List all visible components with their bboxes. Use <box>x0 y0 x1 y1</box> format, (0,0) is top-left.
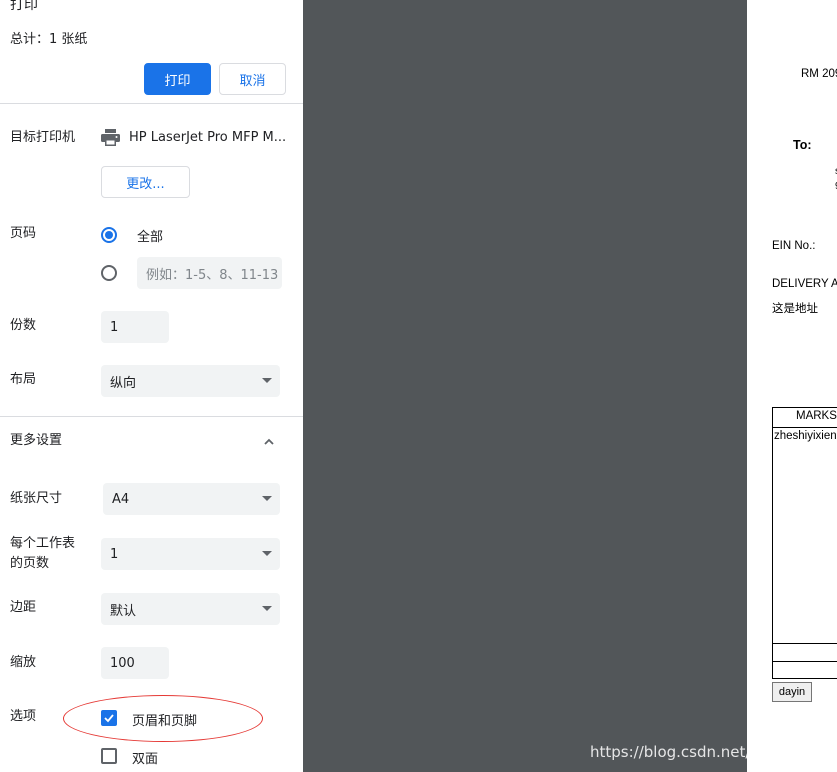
layout-label: 布局 <box>10 372 37 387</box>
copies-input[interactable]: 1 <box>101 311 169 343</box>
scale-input[interactable]: 100 <box>101 647 169 679</box>
pages-all-label: 全部 <box>137 230 164 245</box>
caret-down-icon <box>262 606 272 611</box>
more-settings-label[interactable]: 更多设置 <box>10 431 62 451</box>
layout-select[interactable]: 纵向 <box>101 365 280 397</box>
printer-icon <box>101 129 120 146</box>
table-rule <box>773 643 837 644</box>
sheet-count: 总计：1 张纸 <box>10 32 88 47</box>
doc-ein-label: EIN No.: <box>772 240 816 252</box>
paper-size-value: A4 <box>112 491 130 507</box>
change-printer-button[interactable]: 更改... <box>101 166 190 198</box>
table-rule <box>773 661 837 662</box>
destination-label: 目标打印机 <box>10 130 76 145</box>
pages-per-sheet-label-1: 每个工作表 <box>10 536 76 551</box>
watermark: https://blog.csdn.net/jasmine0178 <box>590 743 837 761</box>
doc-rm-line: RM 209 <box>801 68 837 80</box>
margins-select[interactable]: 默认 <box>101 593 280 625</box>
margins-value: 默认 <box>110 603 137 619</box>
margins-label: 边距 <box>10 600 37 615</box>
caret-down-icon <box>262 496 272 501</box>
paper-size-select[interactable]: A4 <box>103 483 280 515</box>
paper-size-label: 纸张尺寸 <box>10 491 63 506</box>
pages-per-sheet-select[interactable]: 1 <box>101 538 280 570</box>
preview-page: RM 209 To: s 9 EIN No.: DELIVERY A 这是地址 … <box>747 0 837 772</box>
marks-cell: zheshiyixien <box>774 430 837 442</box>
marks-header: MARKS <box>796 410 837 422</box>
chevron-up-icon[interactable] <box>264 436 274 446</box>
options-label: 选项 <box>10 709 37 724</box>
divider <box>0 416 303 417</box>
duplex-checkbox[interactable] <box>101 748 117 764</box>
doc-to-label: To: <box>793 138 812 152</box>
pages-custom-radio[interactable] <box>101 265 117 281</box>
scale-label: 缩放 <box>10 655 37 670</box>
caret-down-icon <box>262 551 272 556</box>
print-preview-area: RM 209 To: s 9 EIN No.: DELIVERY A 这是地址 … <box>303 0 837 772</box>
doc-dayin-button: dayin <box>772 682 812 702</box>
pages-label: 页码 <box>10 226 37 241</box>
pages-custom-input[interactable]: 例如：1-5、8、11-13 <box>137 257 282 289</box>
pages-per-sheet-value: 1 <box>110 546 119 562</box>
doc-marks-table: MARKS zheshiyixien <box>772 407 837 679</box>
duplex-label: 双面 <box>132 752 159 767</box>
table-rule <box>773 427 837 428</box>
pages-per-sheet-label-2: 的页数 <box>10 556 50 571</box>
doc-delivery-label: DELIVERY A <box>772 278 837 290</box>
printer-name: HP LaserJet Pro MFP M... <box>129 130 287 145</box>
print-button[interactable]: 打印 <box>144 63 211 95</box>
printer-selector[interactable]: HP LaserJet Pro MFP M... <box>101 129 286 146</box>
layout-value: 纵向 <box>110 375 137 391</box>
print-settings-panel: 打印 总计：1 张纸 打印 取消 目标打印机 HP LaserJet Pro M… <box>0 0 303 772</box>
cancel-button[interactable]: 取消 <box>219 63 286 95</box>
caret-down-icon <box>262 378 272 383</box>
copies-label: 份数 <box>10 318 37 333</box>
pages-all-radio[interactable] <box>101 227 117 243</box>
doc-address: 这是地址 <box>772 301 818 315</box>
highlight-annotation <box>63 695 263 742</box>
divider <box>0 103 303 104</box>
dialog-title: 打印 <box>10 0 38 13</box>
